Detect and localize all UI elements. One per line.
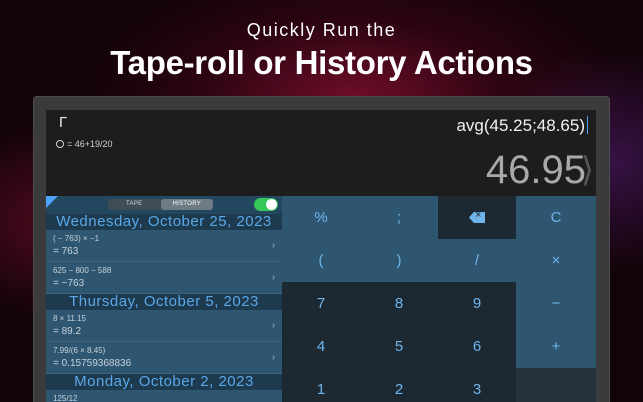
date-header: Wednesday, October 25, 2023 [46, 214, 282, 230]
entry-result: = 89.2 [53, 326, 82, 337]
tab-history[interactable]: HISTORY [160, 199, 213, 210]
chevron-right-icon: › [272, 320, 275, 330]
key-plus[interactable]: + [516, 325, 596, 368]
date-header: Monday, October 2, 2023 [46, 374, 282, 390]
history-entry[interactable]: 625 − 800 − 588 = −763 › [46, 262, 282, 294]
key-backspace[interactable] [438, 196, 516, 239]
key-4[interactable]: 4 [282, 325, 360, 368]
result-bracket-icon: ⟩ [580, 151, 594, 189]
entry-result: = −763 [53, 278, 85, 289]
result-value: 46.95 [485, 148, 586, 192]
history-entry[interactable]: 8 × 11.15 = 89.2 › [46, 310, 282, 342]
entry-expression: 125/12 [53, 394, 78, 402]
key-clear[interactable]: C [516, 196, 596, 239]
display-area: Γ avg(45.25;48.65) = 46+19/20 46.95 ⟩ [46, 110, 596, 196]
entry-result: = 0.15759368836 [53, 358, 132, 369]
history-entry[interactable]: 7.99/(6 × 8.45) = 0.15759368836 › [46, 342, 282, 374]
toggle-knob [266, 199, 277, 210]
entry-expression: 8 × 11.15 [53, 314, 86, 323]
key-2[interactable]: 2 [360, 368, 438, 402]
chevron-right-icon: › [272, 240, 275, 250]
key-multiply[interactable]: × [516, 239, 596, 282]
history-panel: TAPE HISTORY Wednesday, October 25, 2023… [46, 196, 282, 402]
key-7[interactable]: 7 [282, 282, 360, 325]
history-entry[interactable]: 125/12 [46, 390, 282, 402]
text-caret [587, 116, 588, 134]
key-8[interactable]: 8 [360, 282, 438, 325]
key-3[interactable]: 3 [438, 368, 516, 402]
key-semicolon[interactable]: ; [360, 196, 438, 239]
key-divide[interactable]: / [438, 239, 516, 282]
cursor-icon: Γ [59, 114, 68, 131]
keypad: % ; C ( ) / × 7 8 9 − 4 5 6 + 1 2 3 [282, 196, 596, 402]
entry-expression: ( − 763) × −1 [53, 234, 100, 243]
key-minus[interactable]: − [516, 282, 596, 325]
history-entry[interactable]: ( − 763) × −1 = 763 › [46, 230, 282, 262]
key-open-paren[interactable]: ( [282, 239, 360, 282]
headline-subtitle: Quickly Run the [246, 20, 397, 40]
memo-text: = 46+19/20 [67, 139, 113, 149]
history-toggle[interactable] [254, 198, 278, 211]
key-9[interactable]: 9 [438, 282, 516, 325]
history-toolbar: TAPE HISTORY [46, 196, 282, 214]
key-1[interactable]: 1 [282, 368, 360, 402]
entry-expression: 7.99/(6 × 8.45) [53, 346, 106, 355]
key-5[interactable]: 5 [360, 325, 438, 368]
tape-history-segmented-control: TAPE HISTORY [108, 199, 213, 210]
entry-expression: 625 − 800 − 588 [53, 266, 112, 275]
entry-result: = 763 [53, 246, 79, 257]
chevron-right-icon: › [272, 352, 275, 362]
key-6[interactable]: 6 [438, 325, 516, 368]
expression-field[interactable]: avg(45.25;48.65) [456, 116, 588, 136]
memo-line: = 46+19/20 [56, 139, 113, 149]
memo-icon [56, 140, 64, 148]
backspace-icon [469, 212, 485, 223]
headline-title: Tape-roll or History Actions [110, 44, 533, 81]
corner-triangle-icon[interactable] [46, 196, 58, 208]
expression-text: avg(45.25;48.65) [456, 116, 585, 135]
tab-tape[interactable]: TAPE [108, 199, 161, 210]
calculator-screen: Γ avg(45.25;48.65) = 46+19/20 46.95 ⟩ TA… [46, 110, 596, 402]
date-header: Thursday, October 5, 2023 [46, 294, 282, 310]
key-close-paren[interactable]: ) [360, 239, 438, 282]
key-percent[interactable]: % [282, 196, 360, 239]
key-equals[interactable] [516, 368, 596, 402]
chevron-right-icon: › [272, 272, 275, 282]
